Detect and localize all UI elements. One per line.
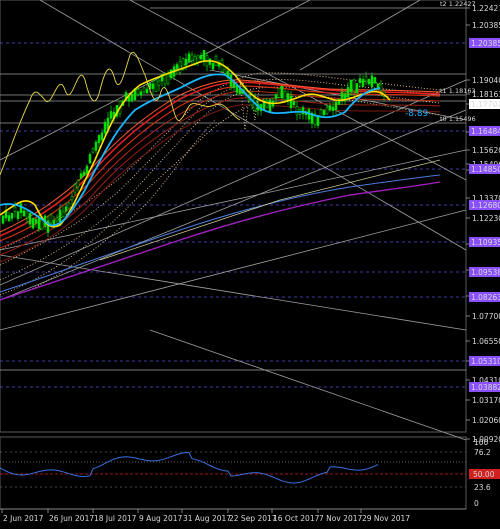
oscillator-tick-label: 76.2 [474, 448, 491, 457]
highlighted-level-label: 1.03882 [471, 383, 500, 392]
highlighted-level-label: 1.10935 [471, 238, 500, 247]
price-tick-label: 1.03170 [472, 396, 500, 405]
highlighted-level-label: 1.09538 [471, 268, 500, 277]
highlighted-level-label: 1.16484 [471, 127, 500, 136]
chart-canvas[interactable]: t2 1.22427 t1 1.18163 t0 1.15496 -8.89 1… [0, 0, 500, 525]
oscillator-tick-label: 100 [474, 438, 489, 447]
highlighted-level-box[interactable]: 1.10935 [469, 237, 500, 247]
price-tick-label: 1.12230 [472, 214, 500, 223]
highlighted-level-label: 1.08263 [471, 293, 500, 302]
highlighted-level-box[interactable]: 1.20385 [469, 38, 500, 48]
time-tick-label: 31 Aug 2017 [183, 514, 231, 523]
candle [31, 217, 35, 230]
level-tag-t2: t2 1.22427 [440, 0, 476, 8]
price-tick-label: 1.07700 [472, 312, 500, 321]
price-tick-label: 1.15620 [472, 146, 500, 155]
candle [268, 98, 272, 113]
oscillator-tick-label: 23.6 [474, 483, 491, 492]
time-tick-label: 26 Jun 2017 [49, 514, 94, 523]
highlighted-level-label: 1.12680 [471, 201, 500, 210]
highlighted-level-box[interactable]: 1.08263 [469, 292, 500, 302]
price-readout: -8.89 [405, 109, 429, 119]
highlighted-level-box[interactable]: 1.16484 [469, 126, 500, 136]
candle [373, 76, 377, 85]
highlighted-level-box[interactable]: 1.09538 [469, 267, 500, 277]
time-tick-label: 2 Jun 2017 [3, 514, 44, 523]
highlighted-level-label: 1.14850 [471, 165, 500, 174]
price-chart-window[interactable]: t2 1.22427 t1 1.18163 t0 1.15496 -8.89 1… [0, 0, 500, 525]
oscillator-tick-label: 0 [474, 499, 479, 508]
highlighted-level-box[interactable]: 1.03882 [469, 382, 500, 392]
highlighted-level-box[interactable]: 1.14850 [469, 164, 500, 174]
price-tick-label: 1.06550 [472, 337, 500, 346]
price-tick-label: 1.20385 [472, 21, 500, 30]
highlighted-level-label: 1.20385 [471, 39, 500, 48]
highlighted-level-box[interactable]: 1.05310 [469, 356, 500, 366]
price-tick-label: 1.19040 [472, 76, 500, 85]
oscillator-value-box: 50.00 [469, 469, 500, 479]
level-tag-t1: t1 1.18163 [440, 87, 476, 95]
highlighted-level-box[interactable]: 1.12680 [469, 200, 500, 210]
time-tick-label: 7 Nov 2017 [319, 514, 362, 523]
candle [214, 54, 218, 67]
highlighted-level-label: 1.05310 [471, 357, 500, 366]
price-tick-label: 1.02060 [472, 416, 500, 425]
candle [277, 88, 281, 99]
oscillator-value-label: 50.00 [473, 470, 495, 479]
time-tick-label: 22 Sep 2017 [229, 514, 277, 523]
level-tag-t0: t0 1.15496 [440, 115, 476, 123]
candle [1, 215, 5, 225]
price-tick-label: 1.18163 [472, 90, 500, 99]
candle [67, 202, 71, 209]
time-tick-label: 16 Oct 2017 [273, 514, 320, 523]
current-price-label: 1.17707 [471, 100, 500, 109]
candle [355, 82, 359, 94]
price-tick-label: 1.22427 [472, 4, 500, 13]
time-tick-label: 18 Jul 2017 [94, 514, 137, 523]
current-price-box: 1.17707 [469, 99, 500, 109]
time-tick-label: 29 Nov 2017 [362, 514, 410, 523]
candle [280, 85, 284, 100]
time-tick-label: 9 Aug 2017 [139, 514, 182, 523]
